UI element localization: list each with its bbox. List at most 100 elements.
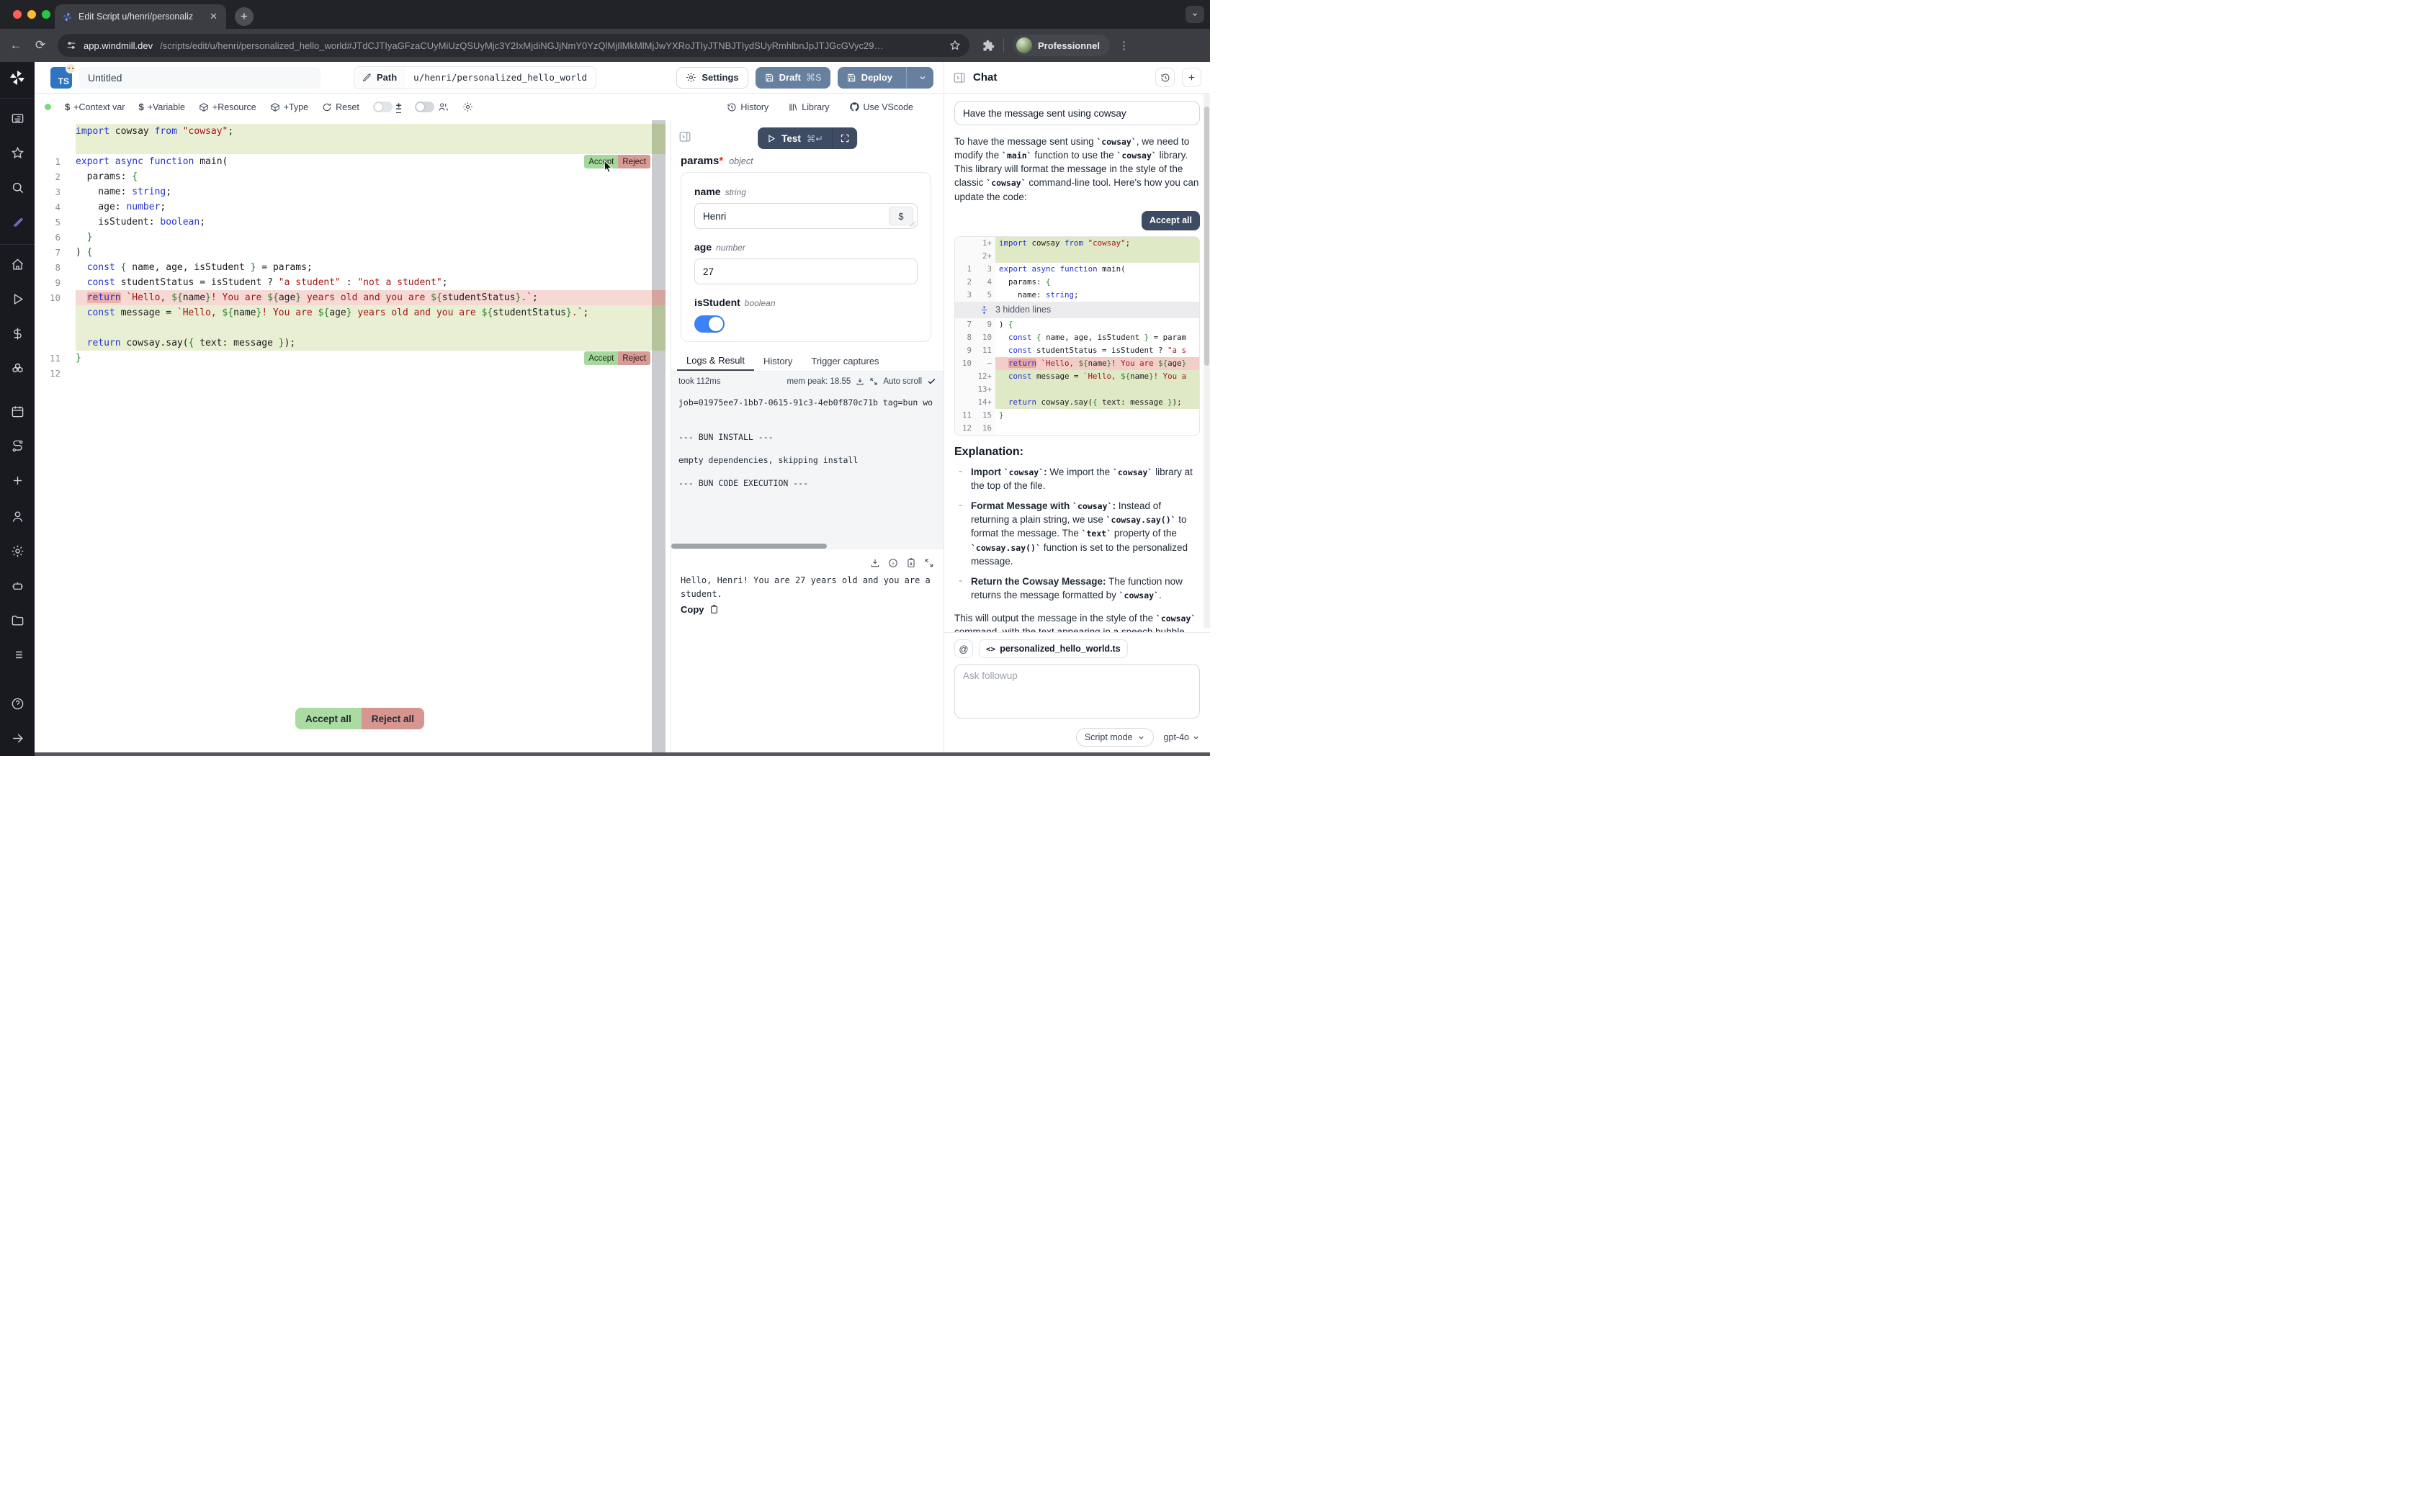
code-line[interactable]: 9 const studentStatus = isStudent ? "a s…: [35, 275, 671, 290]
download-icon[interactable]: [870, 558, 880, 568]
collapse-panel-icon[interactable]: [678, 130, 691, 143]
library-button[interactable]: Library: [788, 102, 829, 112]
model-selector[interactable]: gpt-4o: [1164, 732, 1200, 742]
code-line[interactable]: const message = `Hello, ${name}! You are…: [35, 305, 671, 320]
test-button[interactable]: Test ⌘↵: [758, 127, 857, 149]
minimize-window-button[interactable]: [27, 10, 36, 19]
code-line[interactable]: 7) {: [35, 245, 671, 260]
add-variable-button[interactable]: $+Variable: [138, 102, 184, 112]
tab-close-icon[interactable]: ✕: [208, 11, 219, 22]
toggle-off[interactable]: [373, 102, 393, 112]
code-line[interactable]: 5 isStudent: boolean;: [35, 215, 671, 230]
reset-button[interactable]: Reset: [322, 102, 359, 112]
insert-variable-button[interactable]: $: [889, 207, 913, 225]
reject-all-button[interactable]: Reject all: [362, 708, 424, 729]
tab-history[interactable]: History: [754, 351, 802, 371]
collapse-panel-icon[interactable]: [953, 71, 966, 84]
deploy-button[interactable]: Deploy: [838, 67, 933, 89]
code-line[interactable]: 3 name: string;: [35, 184, 671, 199]
profile-chip[interactable]: Professionnel: [1013, 35, 1110, 56]
add-resource-button[interactable]: +Resource: [199, 102, 256, 112]
tab-logs-result[interactable]: Logs & Result: [677, 351, 754, 371]
draft-button[interactable]: Draft ⌘S: [756, 67, 830, 89]
reject-chip[interactable]: Reject: [618, 351, 650, 365]
zoom-window-button[interactable]: [42, 10, 50, 19]
path-chip[interactable]: Path u/henri/personalized_hello_world: [354, 66, 596, 89]
code-line[interactable]: 11}AcceptReject: [35, 351, 671, 366]
code-line[interactable]: 6 }: [35, 230, 671, 245]
clipboard-icon[interactable]: [906, 558, 916, 568]
multiplayer-toggle[interactable]: [415, 102, 449, 112]
sidebar-item-folders[interactable]: [5, 608, 30, 632]
editor-settings-button[interactable]: [462, 102, 473, 112]
test-options-icon[interactable]: [833, 127, 857, 149]
deploy-dropdown[interactable]: [912, 67, 933, 89]
mode-selector[interactable]: Script mode: [1076, 728, 1154, 747]
expand-icon[interactable]: [869, 377, 878, 386]
accept-chip[interactable]: Accept: [584, 351, 618, 365]
log-horizontal-scrollbar[interactable]: [671, 544, 827, 549]
code-line[interactable]: return cowsay.say({ text: message });: [35, 336, 671, 351]
extensions-icon[interactable]: [982, 40, 995, 52]
chat-history-button[interactable]: [1155, 68, 1175, 87]
sidebar-item-favorites[interactable]: [5, 140, 30, 165]
mention-button[interactable]: @: [954, 639, 973, 658]
tab-trigger-captures[interactable]: Trigger captures: [802, 351, 888, 371]
editor-minimap-scrollbar[interactable]: [652, 120, 666, 756]
browser-tab[interactable]: Edit Script u/henri/personaliz ✕: [55, 4, 226, 29]
toggle-off[interactable]: [415, 102, 434, 112]
accept-all-button[interactable]: Accept all: [295, 708, 362, 729]
reject-chip[interactable]: Reject: [618, 155, 650, 168]
sidebar-item-ai-wand[interactable]: [5, 210, 30, 234]
code-line[interactable]: 4 age: number;: [35, 199, 671, 215]
new-tab-button[interactable]: +: [235, 7, 254, 26]
expand-icon[interactable]: [924, 558, 934, 568]
code-editor[interactable]: import cowsay from "cowsay"; 1export asyn…: [35, 120, 671, 756]
windmill-logo-icon[interactable]: [9, 69, 26, 86]
window-bottom-scrollbar[interactable]: [35, 752, 1210, 756]
sidebar-item-help[interactable]: [5, 691, 30, 716]
context-file-chip[interactable]: <> personalized_hello_world.ts: [979, 639, 1128, 658]
code-line[interactable]: 1export async function main(AcceptReject: [35, 154, 671, 169]
chat-accept-all-button[interactable]: Accept all: [1142, 211, 1200, 230]
sidebar-item-resources[interactable]: [5, 356, 30, 380]
hidden-lines-row[interactable]: 3 hidden lines: [955, 302, 1199, 318]
sidebar-item-search[interactable]: [5, 175, 30, 199]
use-vscode-button[interactable]: Use VScode: [849, 102, 913, 112]
history-button[interactable]: History: [727, 102, 768, 112]
sidebar-item-runs[interactable]: [5, 287, 30, 311]
sidebar-item-workers[interactable]: [5, 573, 30, 598]
autoscroll-label[interactable]: Auto scroll: [883, 377, 922, 386]
sidebar-item-users[interactable]: [5, 504, 30, 528]
code-line[interactable]: import cowsay from "cowsay";: [35, 124, 671, 139]
bookmark-star-icon[interactable]: [949, 40, 961, 51]
isstudent-toggle[interactable]: [694, 315, 725, 333]
sidebar-item-schedules[interactable]: [5, 399, 30, 423]
chat-messages[interactable]: Have the message sent using cowsay To ha…: [944, 94, 1210, 632]
browser-menu-icon[interactable]: ⋮: [1119, 39, 1129, 52]
add-context-var-button[interactable]: $+Context var: [65, 102, 125, 112]
download-icon[interactable]: [856, 377, 864, 386]
copy-result-button[interactable]: Copy: [681, 604, 719, 615]
log-output[interactable]: job=01975ee7-1bb7-0615-91c3-4eb0f870c71b…: [671, 390, 944, 549]
sidebar-item-flows[interactable]: [5, 433, 30, 458]
reload-icon[interactable]: ⟳: [33, 38, 48, 53]
code-line[interactable]: [35, 320, 671, 336]
address-bar[interactable]: app.windmill.dev/scripts/edit/u/henri/pe…: [58, 34, 969, 57]
code-line[interactable]: 8 const { name, age, isStudent } = param…: [35, 260, 671, 275]
site-settings-icon[interactable]: [66, 40, 76, 50]
code-line[interactable]: [35, 139, 671, 154]
sidebar-item-home[interactable]: [5, 252, 30, 276]
code-line[interactable]: 10 return `Hello, ${name}! You are ${age…: [35, 290, 671, 305]
new-chat-button[interactable]: [1182, 68, 1201, 87]
code-line[interactable]: 12: [35, 366, 671, 381]
name-field[interactable]: Henri $: [694, 203, 918, 229]
info-icon[interactable]: [888, 558, 898, 568]
diff-mode-toggle[interactable]: ±: [373, 101, 402, 112]
settings-button[interactable]: Settings: [676, 67, 748, 89]
tab-search-button[interactable]: [1186, 6, 1204, 23]
sidebar-item-add[interactable]: [5, 468, 30, 492]
sidebar-item-menu[interactable]: [5, 642, 30, 667]
code-line[interactable]: 2 params: {: [35, 169, 671, 184]
sidebar-item-settings[interactable]: [5, 539, 30, 563]
